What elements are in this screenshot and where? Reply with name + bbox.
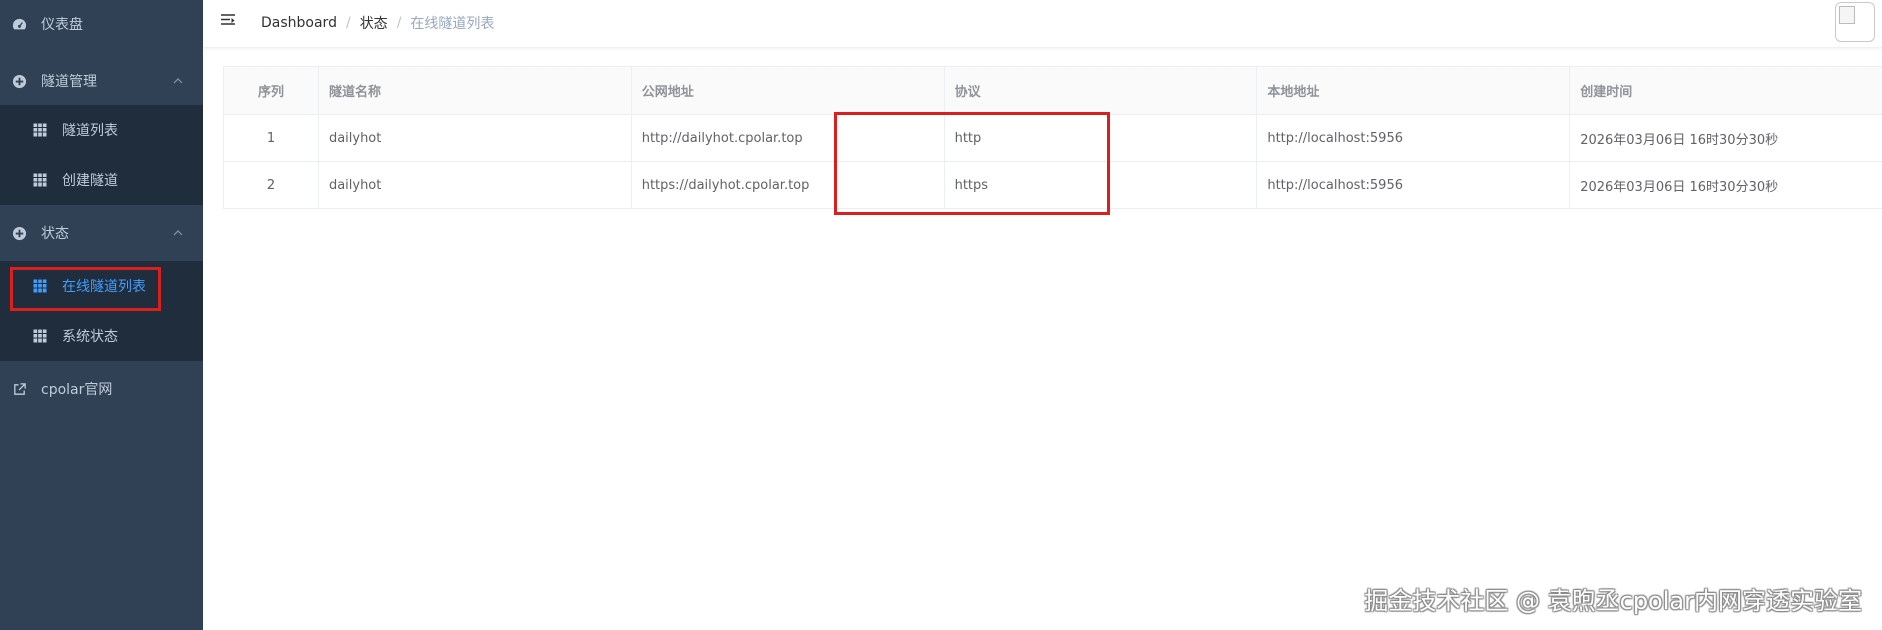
column-header-local-address[interactable]: 本地地址 <box>1256 66 1571 115</box>
column-header-protocol[interactable]: 协议 <box>944 66 1258 115</box>
nav-status[interactable]: 状态 <box>0 205 203 261</box>
navbar: Dashboard / 状态 / 在线隧道列表 <box>203 0 1882 48</box>
table-row: 1 dailyhot http://dailyhot.cpolar.top ht… <box>223 114 1882 162</box>
cell-local-address: http://localhost:5956 <box>1256 161 1571 209</box>
breadcrumb-current: 在线隧道列表 <box>410 16 495 32</box>
avatar[interactable] <box>1835 2 1875 42</box>
hamburger-menu-icon[interactable] <box>219 12 237 30</box>
main-content: Dashboard / 状态 / 在线隧道列表 序列 隧道名称 公网地址 协议 … <box>203 0 1882 630</box>
table-icon <box>33 123 47 137</box>
cell-protocol: https <box>944 161 1258 209</box>
cell-created-time: 2026年03月06日 16时30分30秒 <box>1569 114 1882 162</box>
broken-image-icon <box>1839 6 1855 24</box>
nav-dashboard-label: 仪表盘 <box>41 17 83 33</box>
breadcrumb-status[interactable]: 状态 <box>360 13 388 33</box>
cell-protocol: http <box>944 114 1258 162</box>
plus-circle-icon <box>12 74 27 89</box>
dashboard-icon <box>12 17 27 32</box>
column-header-created-time[interactable]: 创建时间 <box>1569 66 1882 115</box>
nav-online-tunnel-list-label: 在线隧道列表 <box>62 279 146 295</box>
table-header-row: 序列 隧道名称 公网地址 协议 本地地址 创建时间 <box>223 66 1882 115</box>
tunnel-table: 序列 隧道名称 公网地址 协议 本地地址 创建时间 1 dailyhot htt… <box>223 66 1882 209</box>
cell-public-url[interactable]: https://dailyhot.cpolar.top <box>631 161 945 209</box>
column-header-name[interactable]: 隧道名称 <box>318 66 632 115</box>
cell-public-url[interactable]: http://dailyhot.cpolar.top <box>631 114 945 162</box>
nav-online-tunnel-list[interactable]: 在线隧道列表 <box>0 261 203 311</box>
plus-circle-icon <box>12 226 27 241</box>
nav-cpolar-website[interactable]: cpolar官网 <box>0 361 203 417</box>
table-icon <box>33 329 47 343</box>
chevron-up-icon <box>173 74 183 90</box>
status-submenu: 在线隧道列表 系统状态 <box>0 261 203 361</box>
cell-name: dailyhot <box>318 161 632 209</box>
nav-create-tunnel-label: 创建隧道 <box>62 173 118 189</box>
table-icon <box>33 279 47 293</box>
cell-name: dailyhot <box>318 114 632 162</box>
external-link-icon <box>12 382 27 397</box>
table-icon <box>33 173 47 187</box>
nav-tunnel-management[interactable]: 隧道管理 <box>0 57 203 105</box>
tunnel-management-submenu: 隧道列表 创建隧道 <box>0 105 203 205</box>
nav-tunnel-list-label: 隧道列表 <box>62 123 118 139</box>
table-row: 2 dailyhot https://dailyhot.cpolar.top h… <box>223 161 1882 209</box>
column-header-index[interactable]: 序列 <box>223 66 319 115</box>
chevron-up-icon <box>173 226 183 242</box>
watermark: 掘金技术社区 @ 袁煦丞cpolar内网穿透实验室 <box>1364 587 1862 615</box>
breadcrumb-dashboard[interactable]: Dashboard <box>261 15 337 31</box>
nav-dashboard[interactable]: 仪表盘 <box>0 0 203 48</box>
breadcrumb-separator: / <box>345 15 351 31</box>
nav-tunnel-list[interactable]: 隧道列表 <box>0 105 203 155</box>
nav-system-status-label: 系统状态 <box>62 329 118 345</box>
cell-index: 1 <box>223 114 319 162</box>
cell-local-address: http://localhost:5956 <box>1256 114 1571 162</box>
breadcrumb: Dashboard / 状态 / 在线隧道列表 <box>261 13 494 33</box>
nav-system-status[interactable]: 系统状态 <box>0 311 203 361</box>
cell-created-time: 2026年03月06日 16时30分30秒 <box>1569 161 1882 209</box>
breadcrumb-separator: / <box>396 15 402 31</box>
nav-tunnel-management-label: 隧道管理 <box>41 74 97 90</box>
nav-create-tunnel[interactable]: 创建隧道 <box>0 155 203 205</box>
nav-cpolar-website-label: cpolar官网 <box>41 382 113 398</box>
nav-status-label: 状态 <box>41 226 69 242</box>
column-header-public-url[interactable]: 公网地址 <box>631 66 945 115</box>
cell-index: 2 <box>223 161 319 209</box>
sidebar: 仪表盘 隧道管理 隧道列表 创建隧道 状态 在线隧道列表 系统状态 cpolar… <box>0 0 203 630</box>
